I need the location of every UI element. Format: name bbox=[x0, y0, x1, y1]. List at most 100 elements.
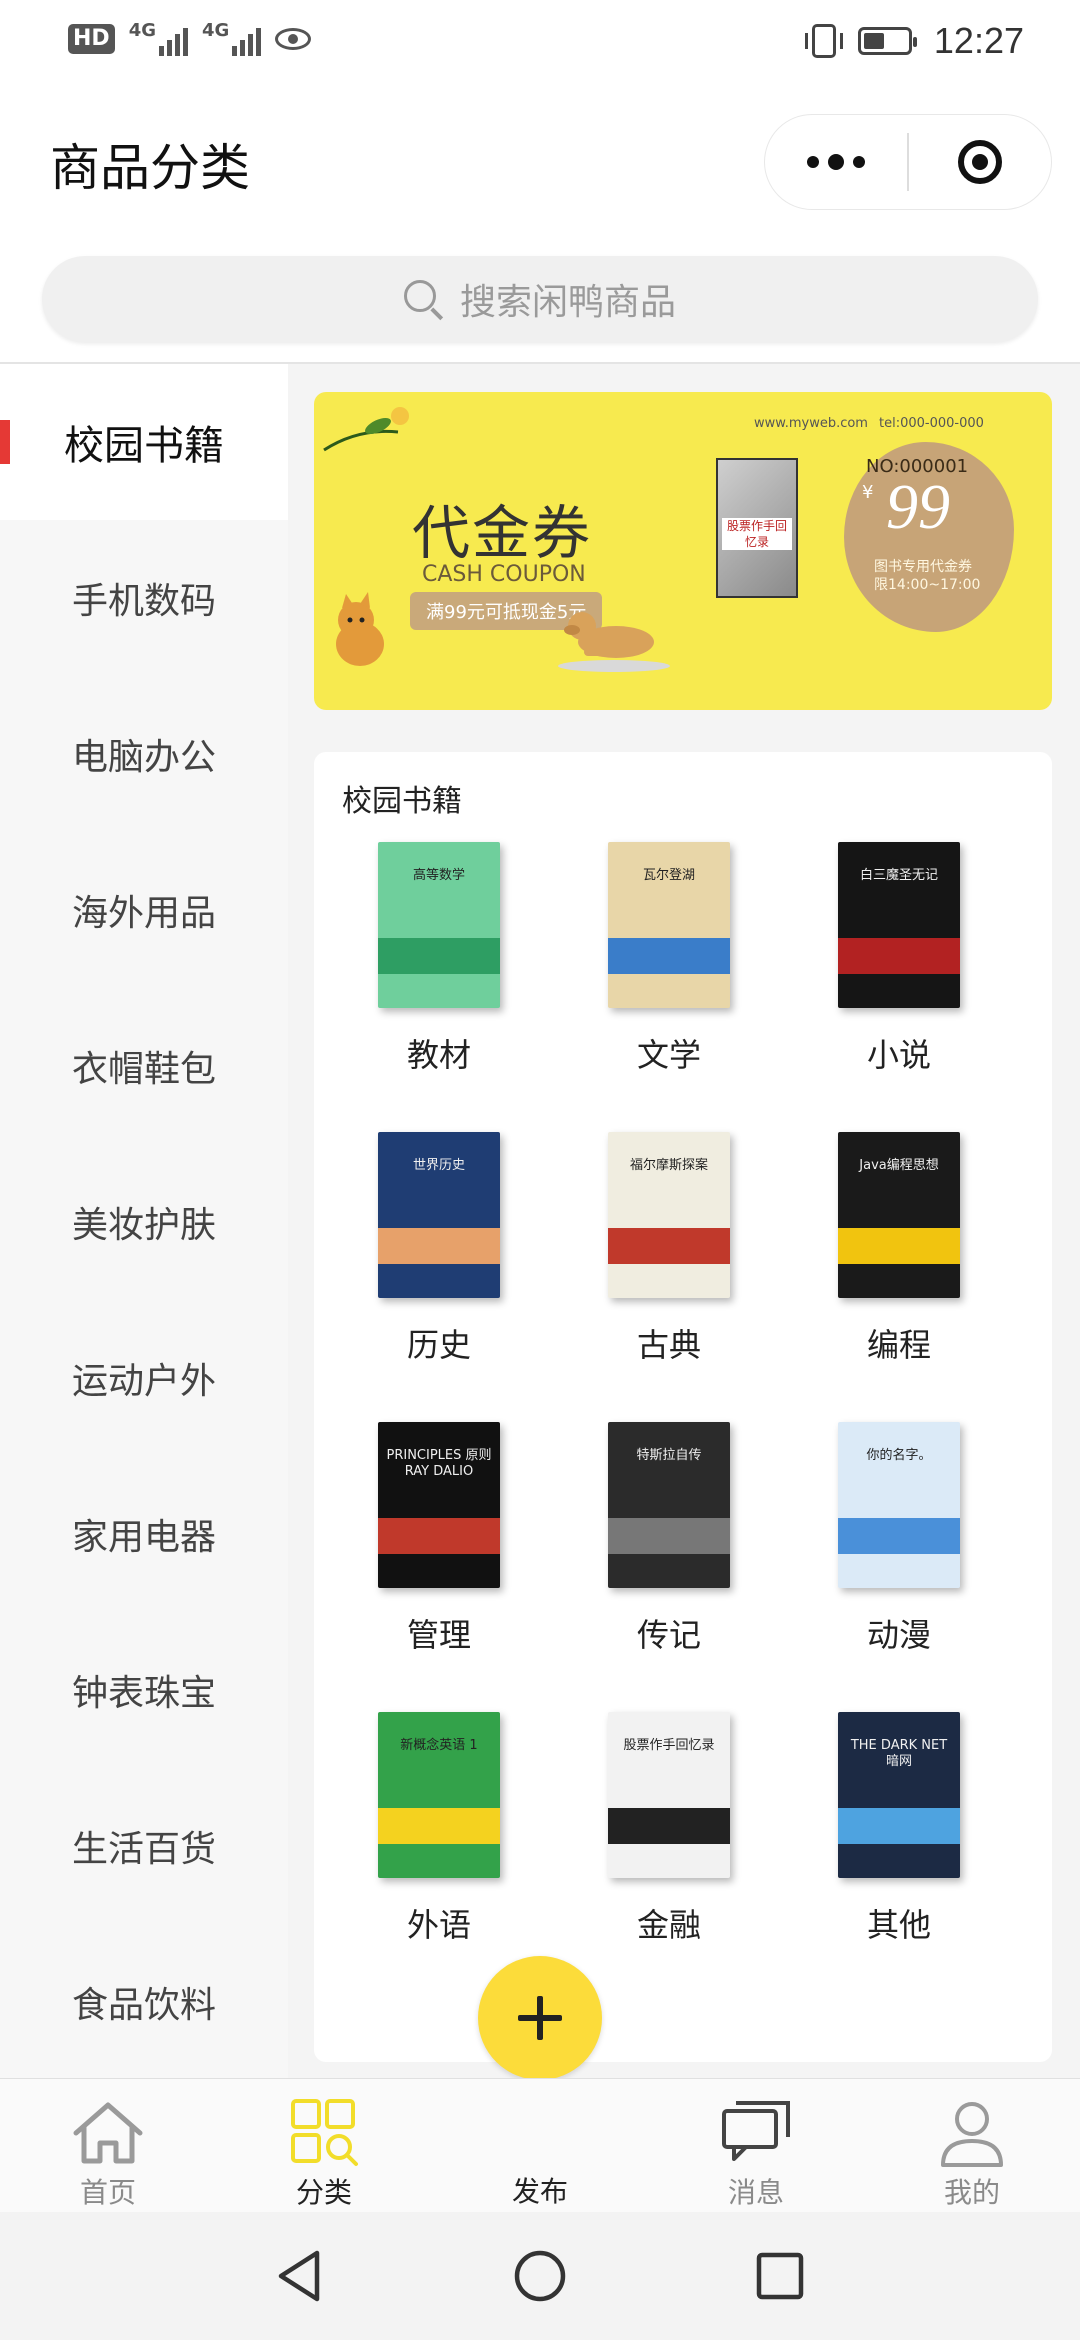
category-sidebar: 校园书籍 手机数码 电脑办公 海外用品 衣帽鞋包 美妆护肤 运动户外 家用电器 … bbox=[0, 364, 288, 2078]
subcategory-tile[interactable]: THE DARK NET 暗网 其他 bbox=[796, 1712, 996, 1972]
subcategory-label: 金融 bbox=[636, 1906, 701, 1944]
sidebar-item-apparel[interactable]: 衣帽鞋包 bbox=[0, 988, 288, 1144]
tab-mine[interactable]: 我的 bbox=[864, 2079, 1080, 2213]
cover-band bbox=[838, 1518, 960, 1554]
network-label-1: 4G bbox=[128, 20, 156, 41]
banner-book-title: 股票作手回忆录 bbox=[722, 518, 792, 550]
page-header: 商品分类 bbox=[0, 92, 1080, 242]
sidebar-item-sports[interactable]: 运动户外 bbox=[0, 1300, 288, 1456]
search-input[interactable]: 搜索闲鸭商品 bbox=[42, 256, 1038, 342]
subcategory-tile[interactable]: 你的名字。 动漫 bbox=[796, 1422, 996, 1682]
cover-band bbox=[378, 1228, 500, 1264]
subcategory-title: 校园书籍 bbox=[342, 784, 462, 819]
coupon-note-1: 图书专用代金券 bbox=[874, 559, 972, 575]
cover-band bbox=[608, 938, 730, 974]
coupon-currency: ¥ bbox=[862, 482, 874, 503]
book-cover-image: 高等数学 bbox=[378, 842, 500, 1008]
coupon-banner[interactable]: www.myweb.com tel:000-000-000 代金券 CASH C… bbox=[314, 392, 1052, 710]
tab-category-label: 分类 bbox=[295, 2176, 352, 2209]
subcategory-tile[interactable]: PRINCIPLES 原则 RAY DALIO 管理 bbox=[336, 1422, 536, 1682]
user-icon bbox=[941, 2102, 1003, 2167]
nav-recents-button[interactable] bbox=[720, 2212, 840, 2340]
sidebar-item-label: 校园书籍 bbox=[64, 423, 224, 469]
subcategory-label: 文学 bbox=[636, 1036, 701, 1074]
subcategory-tile[interactable]: 特斯拉自传 传记 bbox=[566, 1422, 766, 1682]
cover-title: 白三魔圣无记 bbox=[859, 868, 938, 883]
tab-home-label: 首页 bbox=[79, 2176, 136, 2209]
system-nav-bar bbox=[0, 2212, 1080, 2340]
eye-comfort-icon bbox=[275, 28, 312, 50]
tab-mine-label: 我的 bbox=[943, 2176, 1000, 2209]
book-cover-image: Java编程思想 bbox=[838, 1132, 960, 1298]
nav-home-button[interactable] bbox=[480, 2212, 600, 2340]
cover-title: Java编程思想 bbox=[859, 1158, 939, 1173]
cover-title: 福尔摩斯探案 bbox=[629, 1158, 708, 1173]
cover-title: 高等数学 bbox=[412, 868, 465, 883]
more-menu-button[interactable] bbox=[765, 115, 907, 209]
coupon-amount: 99 bbox=[886, 471, 950, 542]
subcategory-label: 动漫 bbox=[866, 1616, 931, 1654]
dot-icon bbox=[853, 156, 866, 168]
recents-square-icon bbox=[756, 2252, 804, 2300]
banner-tel: tel:000-000-000 bbox=[879, 416, 984, 431]
sidebar-item-appliances[interactable]: 家用电器 bbox=[0, 1456, 288, 1612]
status-right: 12:27 bbox=[804, 20, 1024, 62]
book-cover-image: PRINCIPLES 原则 RAY DALIO bbox=[378, 1422, 500, 1588]
subcategory-card: 校园书籍 高等数学 教材 瓦尔登湖 文学 白三魔圣无记 小说 世界历史 历史 福尔摩斯探案 古典 J… bbox=[314, 752, 1052, 2062]
cover-title: 你的名字。 bbox=[866, 1448, 932, 1463]
category-grid-icon bbox=[291, 2099, 358, 2166]
banner-website: www.myweb.com bbox=[754, 416, 868, 431]
sidebar-item-overseas[interactable]: 海外用品 bbox=[0, 832, 288, 988]
sidebar-item-office[interactable]: 电脑办公 bbox=[0, 676, 288, 832]
subcategory-label: 传记 bbox=[636, 1616, 701, 1654]
subcategory-tile[interactable]: Java编程思想 编程 bbox=[796, 1132, 996, 1392]
search-placeholder: 搜索闲鸭商品 bbox=[459, 282, 676, 323]
cover-band bbox=[838, 1808, 960, 1844]
category-content: www.myweb.com tel:000-000-000 代金券 CASH C… bbox=[288, 364, 1080, 2078]
banner-title: 代金券 bbox=[412, 499, 593, 567]
signal-icon-1: 4G bbox=[129, 22, 188, 56]
subcategory-tile[interactable]: 白三魔圣无记 小说 bbox=[796, 842, 996, 1102]
subcategory-tile[interactable]: 福尔摩斯探案 古典 bbox=[566, 1132, 766, 1392]
subcategory-tile[interactable]: 世界历史 历史 bbox=[336, 1132, 536, 1392]
cover-title: 世界历史 bbox=[412, 1158, 465, 1173]
sidebar-item-label: 家用电器 bbox=[71, 1517, 216, 1558]
tab-messages[interactable]: 消息 bbox=[648, 2079, 864, 2213]
subcategory-tile[interactable]: 新概念英语 1 外语 bbox=[336, 1712, 536, 1972]
nav-back-button[interactable] bbox=[240, 2212, 360, 2340]
sidebar-item-label: 生活百货 bbox=[71, 1829, 216, 1870]
subcategory-tile[interactable]: 股票作手回忆录 金融 bbox=[566, 1712, 766, 1972]
plus-icon bbox=[518, 1996, 562, 2040]
close-mini-program-button[interactable] bbox=[909, 115, 1051, 209]
sidebar-item-beauty[interactable]: 美妆护肤 bbox=[0, 1144, 288, 1300]
sidebar-item-campus-books[interactable]: 校园书籍 bbox=[0, 364, 288, 520]
sidebar-item-label: 海外用品 bbox=[71, 893, 216, 934]
publish-button[interactable] bbox=[478, 1956, 602, 2080]
hd-badge: HD bbox=[68, 24, 115, 54]
sidebar-item-digital[interactable]: 手机数码 bbox=[0, 520, 288, 676]
sidebar-item-label: 电脑办公 bbox=[71, 737, 216, 778]
cat-illustration-icon bbox=[336, 592, 384, 666]
sidebar-item-label: 衣帽鞋包 bbox=[71, 1049, 216, 1090]
subcategory-label: 小说 bbox=[866, 1036, 931, 1074]
book-cover-image: 白三魔圣无记 bbox=[838, 842, 960, 1008]
vibrate-icon bbox=[804, 24, 843, 58]
sidebar-item-food[interactable]: 食品饮料 bbox=[0, 1924, 288, 2080]
subcategory-tile[interactable]: 高等数学 教材 bbox=[336, 842, 536, 1102]
cover-title: PRINCIPLES 原则 RAY DALIO bbox=[386, 1448, 492, 1479]
cover-title: 新概念英语 1 bbox=[400, 1738, 478, 1753]
sidebar-item-daily-goods[interactable]: 生活百货 bbox=[0, 1768, 288, 1924]
banner-subtitle: CASH COUPON bbox=[422, 562, 586, 587]
cover-band bbox=[838, 938, 960, 974]
cover-title: 特斯拉自传 bbox=[636, 1448, 702, 1463]
tab-home[interactable]: 首页 bbox=[0, 2079, 216, 2213]
subcategory-label: 教材 bbox=[406, 1036, 471, 1074]
book-cover-image: 新概念英语 1 bbox=[378, 1712, 500, 1878]
network-label-2: 4G bbox=[202, 20, 230, 41]
book-cover-image: 世界历史 bbox=[378, 1132, 500, 1298]
tab-category[interactable]: 分类 bbox=[216, 2079, 432, 2213]
sidebar-item-jewelry[interactable]: 钟表珠宝 bbox=[0, 1612, 288, 1768]
subcategory-tile[interactable]: 瓦尔登湖 文学 bbox=[566, 842, 766, 1102]
signal-icon-2: 4G bbox=[202, 20, 262, 56]
subcategory-label: 外语 bbox=[406, 1906, 471, 1944]
